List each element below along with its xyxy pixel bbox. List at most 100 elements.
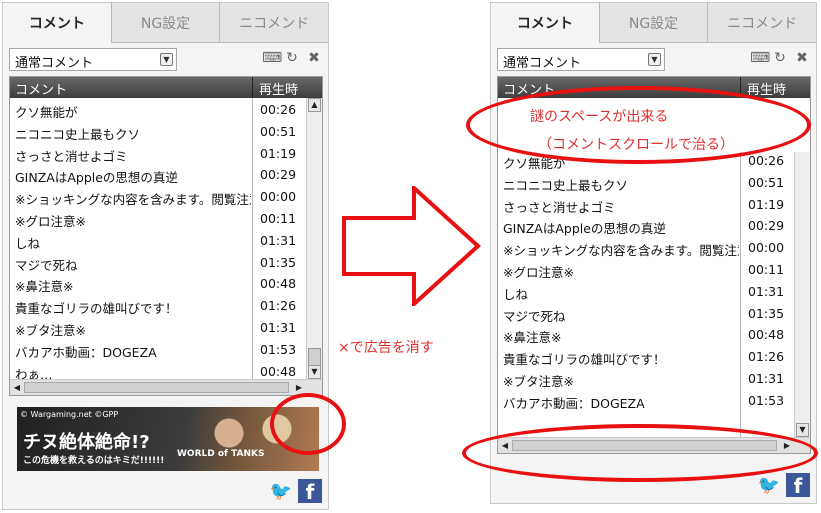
refresh-icon[interactable]: ↻ <box>284 50 300 66</box>
column-comment[interactable]: コメント <box>15 79 67 98</box>
table-row[interactable]: 貴重なゴリラの雄叫びです！ 01:26 <box>498 346 796 368</box>
comment-time: 00:29 <box>748 218 785 234</box>
table-row[interactable]: バカアホ動画：DOGEZA 01:53 <box>498 390 796 412</box>
comment-time: 01:53 <box>260 341 297 357</box>
scroll-thumb[interactable] <box>308 348 321 366</box>
comment-time: 01:31 <box>748 370 785 386</box>
comment-text: ※ショッキングな内容を含みます。閲覧注意 <box>503 243 739 259</box>
comment-text: バカアホ動画：DOGEZA <box>503 395 645 411</box>
table-row[interactable]: バカアホ動画：DOGEZA 01:53 <box>10 339 308 361</box>
tab-bar: コメント NG設定 ニコメンド <box>3 3 329 43</box>
comment-text: ※グロ注意※ <box>15 213 86 229</box>
comment-type-select[interactable]: 通常コメント ▼ <box>9 48 177 71</box>
comment-text: GINZAはAppleの思想の真逆 <box>503 221 666 237</box>
comment-text: GINZAはAppleの思想の真逆 <box>15 170 178 186</box>
close-icon[interactable]: ✖ <box>794 50 810 66</box>
dropdown-icon[interactable]: ▼ <box>648 53 661 66</box>
dropdown-icon[interactable]: ▼ <box>160 53 173 66</box>
table-row[interactable]: ※グロ注意※ 00:11 <box>10 208 308 230</box>
twitter-icon[interactable]: 🐦 <box>758 475 780 496</box>
twitter-icon[interactable]: 🐦 <box>270 481 292 502</box>
comment-text: ニコニコ史上最もクソ <box>503 177 629 193</box>
comment-type-select[interactable]: 通常コメント ▼ <box>497 48 665 71</box>
comment-time: 00:48 <box>260 363 297 379</box>
vertical-scrollbar[interactable]: ▼ <box>794 152 810 437</box>
comment-text: ※鼻注意※ <box>15 279 74 295</box>
list-rows: クソ無能が 00:26 ニコニコ史上最もクソ 00:51 さっさと消せよゴミ 01:19 G… <box>498 150 796 412</box>
comment-text: マジで死ね <box>15 257 78 273</box>
arrow-right-icon <box>342 186 481 306</box>
vertical-scrollbar[interactable]: ▲ ▼ <box>306 98 322 379</box>
comment-text: ニコニコ史上最もクソ <box>15 126 141 142</box>
comment-time: 01:35 <box>748 305 785 321</box>
comment-time: 00:26 <box>260 102 297 117</box>
table-row[interactable]: しね 01:31 <box>10 230 308 252</box>
table-row[interactable]: GINZAはAppleの思想の真逆 00:29 <box>10 164 308 186</box>
hscroll-thumb[interactable] <box>24 382 289 393</box>
comment-time: 01:26 <box>748 349 785 365</box>
comment-time: 01:35 <box>260 254 297 270</box>
comment-text: さっさと消せよゴミ <box>503 199 616 215</box>
table-row[interactable]: ※ブタ注意※ 01:31 <box>10 317 308 339</box>
comment-time: 01:53 <box>748 392 785 408</box>
tab-nicommend[interactable]: ニコメンド <box>708 3 817 43</box>
table-row[interactable]: さっさと消せよゴミ 01:19 <box>10 143 308 165</box>
table-row[interactable]: ※ブタ注意※ 01:31 <box>498 368 796 390</box>
column-time[interactable]: 再生時 <box>259 79 298 98</box>
comment-time: 00:26 <box>748 153 785 168</box>
table-row[interactable]: ※鼻注意※ 00:48 <box>498 324 796 346</box>
keyboard-icon[interactable]: ⌨ <box>262 50 282 66</box>
comment-text: マジで死ね <box>503 308 566 324</box>
comment-toolbar: 通常コメント ▼ ⌨ ↻ ✖ <box>497 48 810 72</box>
table-row[interactable]: ※ショッキングな内容を含みます。閲覧注意 00:00 <box>498 237 796 259</box>
comment-time: 01:19 <box>748 196 785 212</box>
table-row[interactable]: ※グロ注意※ 00:11 <box>498 259 796 281</box>
table-row[interactable]: マジで死ね 01:35 <box>10 252 308 274</box>
keyboard-icon[interactable]: ⌨ <box>750 50 770 66</box>
table-row[interactable]: ※鼻注意※ 00:48 <box>10 273 308 295</box>
table-row[interactable]: クソ無能が 00:26 <box>10 99 308 121</box>
tab-bar: コメント NG設定 ニコメンド <box>491 3 817 43</box>
comment-text: さっさと消せよゴミ <box>15 148 128 164</box>
scroll-up-icon[interactable]: ▲ <box>308 98 321 112</box>
comment-text: しね <box>15 235 41 251</box>
table-row[interactable]: ニコニコ史上最もクソ 00:51 <box>498 172 796 194</box>
ad-subtext: この危機を救えるのはキミだ!!!!!! <box>23 456 165 466</box>
comment-time: 00:11 <box>260 210 297 226</box>
facebook-icon[interactable]: f <box>786 473 810 498</box>
table-row[interactable]: GINZAはAppleの思想の真逆 00:29 <box>498 215 796 237</box>
comment-time: 00:00 <box>748 240 785 256</box>
comment-type-label: 通常コメント <box>15 56 94 71</box>
comment-text: ※グロ注意※ <box>503 264 574 280</box>
scroll-right-icon[interactable]: ▶ <box>292 381 306 394</box>
comment-text: ※ブタ注意※ <box>503 373 574 389</box>
table-row[interactable]: さっさと消せよゴミ 01:19 <box>498 194 796 216</box>
refresh-icon[interactable]: ↻ <box>772 50 788 66</box>
tab-nicommend[interactable]: ニコメンド <box>220 3 329 43</box>
comment-text: バカアホ動画：DOGEZA <box>15 344 157 360</box>
table-row[interactable]: ニコニコ史上最もクソ 00:51 <box>10 121 308 143</box>
highlight-scrollbar-area <box>462 424 818 482</box>
close-icon[interactable]: ✖ <box>306 50 322 66</box>
table-row[interactable]: しね 01:31 <box>498 281 796 303</box>
tab-ng-settings[interactable]: NG設定 <box>599 3 709 43</box>
table-row[interactable]: 貴重なゴリラの雄叫びです！ 01:26 <box>10 295 308 317</box>
scroll-down-icon[interactable]: ▼ <box>796 423 809 437</box>
comment-time: 00:11 <box>748 261 785 277</box>
comment-time: 00:51 <box>748 174 785 190</box>
tab-comment[interactable]: コメント <box>3 3 112 43</box>
horizontal-scrollbar[interactable]: ◀ ▶ <box>10 379 322 395</box>
comment-time: 00:48 <box>260 276 297 292</box>
comment-text: 貴重なゴリラの雄叫びです！ <box>15 301 178 317</box>
tab-comment[interactable]: コメント <box>491 3 600 43</box>
scroll-left-icon[interactable]: ◀ <box>10 381 24 394</box>
comment-time: 01:19 <box>260 145 297 161</box>
scroll-down-icon[interactable]: ▼ <box>308 365 321 379</box>
table-row[interactable]: マジで死ね 01:35 <box>498 303 796 325</box>
facebook-icon[interactable]: f <box>298 479 322 504</box>
list-rows: クソ無能が 00:26 ニコニコ史上最もクソ 00:51 さっさと消せよゴミ 01:19 G… <box>10 99 308 382</box>
comment-toolbar: 通常コメント ▼ ⌨ ↻ ✖ <box>9 48 322 72</box>
tab-ng-settings[interactable]: NG設定 <box>111 3 221 43</box>
annotation-space-line2: （コメントスクロールで治る） <box>538 137 734 153</box>
table-row[interactable]: ※ショッキングな内容を含みます。閲覧注意 00:00 <box>10 186 308 208</box>
